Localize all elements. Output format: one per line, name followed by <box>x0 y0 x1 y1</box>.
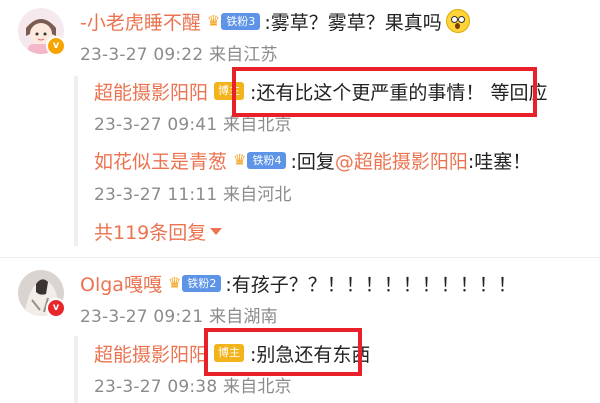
caret-down-icon <box>210 227 223 235</box>
reply-header: 如花似玉是青葱 ♛ 铁粉4 :回复 @超能摄影阳阳 :哇塞！ <box>94 147 531 173</box>
reply-bar <box>74 76 78 246</box>
comment-meta: 23-3-27 09:21 来自湖南 <box>80 306 278 327</box>
fan-badge: ♛ 铁粉3 <box>206 10 261 32</box>
reply-meta-row: 23-3-27 11:11 来自河北 <box>94 180 292 205</box>
avatar[interactable]: v <box>18 8 66 56</box>
highlight-box <box>232 67 537 117</box>
crown-icon: ♛ <box>233 151 247 169</box>
comment-username[interactable]: -小老虎睡不醒 <box>80 8 201 35</box>
reply-username[interactable]: 超能摄影阳阳 <box>94 340 208 367</box>
fan-badge: ♛ 铁粉2 <box>167 272 222 294</box>
comment-header: -小老虎睡不醒 ♛ 铁粉3 :雾草？雾草？果真吗 <box>80 8 470 34</box>
comment-meta-row: 23-3-27 09:22 来自江苏 <box>80 40 278 65</box>
comment-meta-row: 23-3-27 09:21 来自湖南 <box>80 302 278 327</box>
comment-header: Olga嘎嘎 ♛ 铁粉2 :有孩子？？！！！！！！！！！！ <box>80 270 517 296</box>
reply-username[interactable]: 如花似玉是青葱 <box>94 147 227 174</box>
reply-meta: 23-3-27 11:11 来自河北 <box>94 184 292 205</box>
comment-meta: 23-3-27 09:22 来自江苏 <box>80 44 278 65</box>
comment-thread: v -小老虎睡不醒 ♛ 铁粉3 :雾草？雾草？果真吗 23-3-27 09:22… <box>0 0 600 403</box>
highlight-box <box>204 328 362 376</box>
fan-badge-label: 铁粉2 <box>182 274 222 292</box>
fan-badge-label: 铁粉3 <box>221 12 261 30</box>
reply-bar <box>74 336 78 403</box>
more-replies-label: 共119条回复 <box>94 221 207 244</box>
mention-link[interactable]: @超能摄影阳阳 <box>335 147 468 174</box>
verified-badge-icon: v <box>46 298 66 318</box>
reply-prefix: :回复 <box>290 150 335 173</box>
surprised-emoji-icon <box>445 9 470 33</box>
fan-badge: ♛ 铁粉4 <box>233 149 287 171</box>
comment-username[interactable]: Olga嘎嘎 <box>80 270 162 297</box>
reply-text: :哇塞！ <box>467 150 532 173</box>
verified-badge-icon: v <box>46 36 66 56</box>
crown-icon: ♛ <box>206 12 221 30</box>
comment-text: :雾草？雾草？果真吗 <box>264 11 442 34</box>
fan-badge-label: 铁粉4 <box>247 151 287 169</box>
divider <box>0 257 600 258</box>
reply-username[interactable]: 超能摄影阳阳 <box>94 78 208 105</box>
comment-text: :有孩子？？！！！！！！！！！！ <box>225 273 517 296</box>
crown-icon: ♛ <box>167 274 182 292</box>
more-replies-button[interactable]: 共119条回复 <box>94 218 223 244</box>
avatar[interactable]: v <box>18 270 66 318</box>
